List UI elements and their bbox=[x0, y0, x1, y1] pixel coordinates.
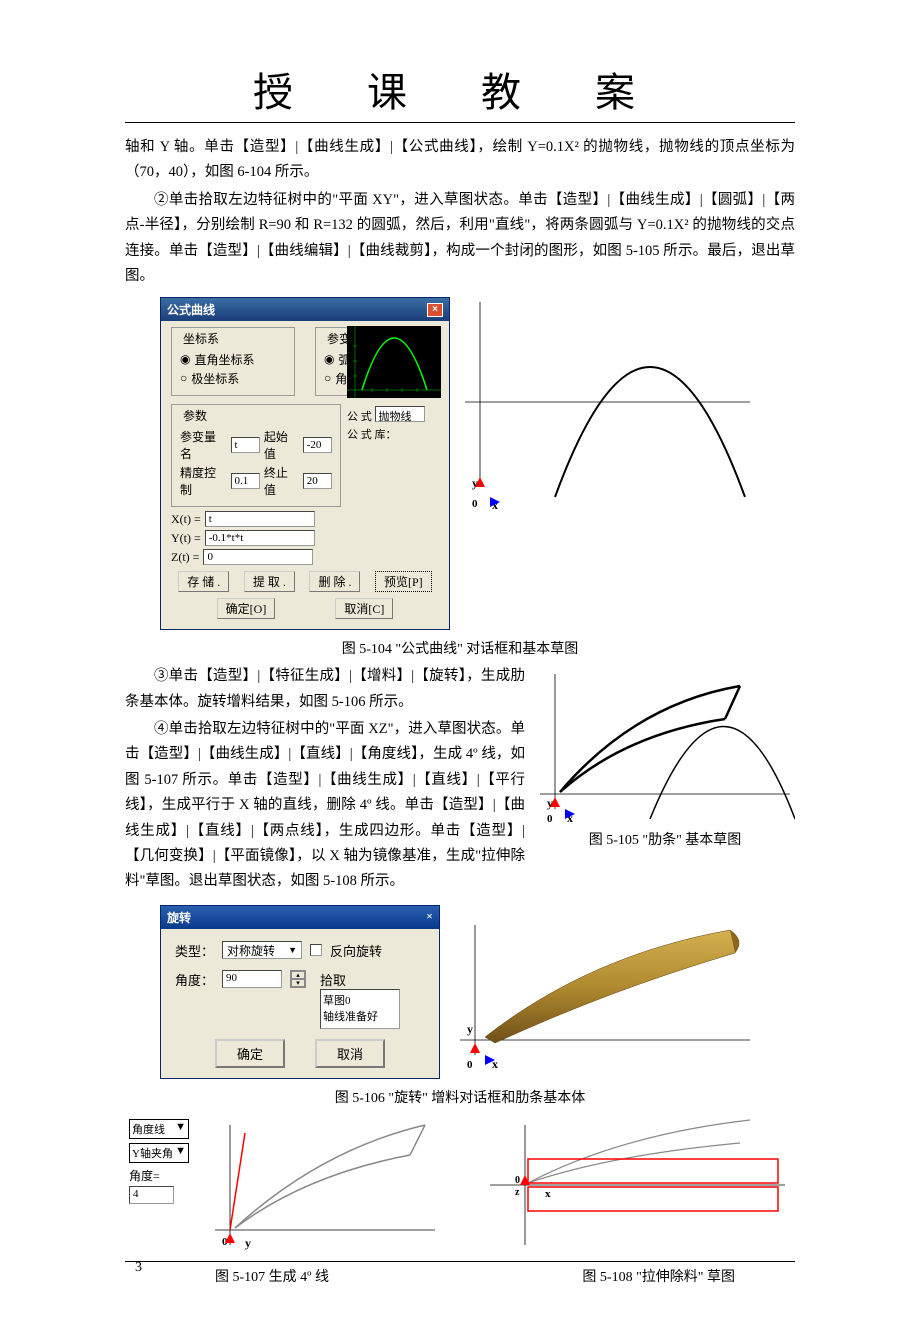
svg-text:z: z bbox=[515, 1187, 520, 1198]
end-label: 终止值 bbox=[264, 464, 299, 498]
list-item[interactable]: 轴线准备好 bbox=[323, 1008, 397, 1024]
var-name-label: 参变量名 bbox=[180, 428, 227, 462]
zt-label: Z(t) = bbox=[171, 550, 199, 565]
angle-spinner[interactable]: ▴▾ bbox=[290, 970, 306, 988]
angle-line-combo[interactable]: 角度线▼ bbox=[129, 1119, 189, 1139]
radio-rad-icon[interactable]: ◉ bbox=[324, 352, 334, 367]
rotate-cancel-button[interactable]: 取消 bbox=[315, 1039, 385, 1068]
svg-text:0: 0 bbox=[515, 1175, 520, 1186]
end-input[interactable]: 20 bbox=[303, 473, 332, 489]
svg-text:y: y bbox=[467, 1022, 473, 1036]
figure-caption-104: 图 5-104 "公式曲线" 对话框和基本草图 bbox=[125, 638, 795, 658]
dialog-titlebar: 公式曲线 × bbox=[161, 298, 449, 321]
paragraph-3: ③单击【造型】|【特征生成】|【增料】|【旋转】，生成肋条基本体。旋转增料结果，… bbox=[125, 664, 525, 715]
start-input[interactable]: -20 bbox=[303, 437, 332, 453]
y-angle-combo[interactable]: Y轴夹角▼ bbox=[129, 1143, 189, 1163]
zt-input[interactable]: 0 bbox=[203, 549, 313, 565]
angle-label: 角度： bbox=[175, 970, 214, 989]
figure-caption-106: 图 5-106 "旋转" 增料对话框和肋条基本体 bbox=[125, 1087, 795, 1107]
prec-label: 精度控制 bbox=[180, 464, 227, 498]
cancel-button[interactable]: 取消[C] bbox=[335, 598, 393, 619]
preview-button[interactable]: 预览[P] bbox=[375, 571, 432, 592]
four-degree-line-sketch: 0 y bbox=[210, 1115, 440, 1255]
figure-row-1: 公式曲线 × 坐标系 ◉直角坐标系 ○极坐标系 参变量单位 ◉弧度 ○角度 bbox=[125, 297, 795, 630]
paragraph-1: 轴和 Y 轴。单击【造型】|【曲线生成】|【公式曲线】，绘制 Y=0.1X² 的… bbox=[125, 135, 795, 186]
pick-listbox[interactable]: 草图0 轴线准备好 bbox=[320, 989, 400, 1029]
start-label: 起始值 bbox=[264, 428, 299, 462]
close-icon[interactable]: × bbox=[427, 303, 443, 317]
prec-input[interactable]: 0.1 bbox=[231, 473, 260, 489]
formula-name-input[interactable]: 抛物线 bbox=[375, 406, 425, 422]
radio-polar-label: 极坐标系 bbox=[191, 370, 239, 387]
figure-row-3: 角度线▼ Y轴夹角▼ 角度= 4 0 y 0 z x bbox=[125, 1115, 795, 1255]
checkbox-icon[interactable] bbox=[310, 944, 322, 956]
figure-row-2: 旋转 × 类型： 对称旋转▼ 反向旋转 角度： 90 ▴▾ 拾取 草图0 轴线准… bbox=[125, 905, 795, 1079]
rotate-dialog: 旋转 × 类型： 对称旋转▼ 反向旋转 角度： 90 ▴▾ 拾取 草图0 轴线准… bbox=[160, 905, 440, 1079]
axis-o-label: 0 bbox=[472, 498, 478, 510]
dialog-title: 公式曲线 bbox=[167, 301, 215, 318]
extrude-cut-sketch: 0 z x bbox=[480, 1115, 790, 1255]
yt-label: Y(t) = bbox=[171, 531, 201, 546]
angle-value-input[interactable]: 4 bbox=[129, 1186, 174, 1204]
chevron-down-icon: ▼ bbox=[175, 1145, 186, 1161]
pick-label: 拾取 bbox=[320, 970, 400, 989]
paragraph-2: ②单击拾取左边特征树中的"平面 XY"，进入草图状态。单击【造型】|【曲线生成】… bbox=[125, 188, 795, 290]
param-group-label: 参数 bbox=[180, 407, 210, 424]
formula-label: 公 式 bbox=[347, 411, 372, 423]
ok-button[interactable]: 确定[O] bbox=[217, 598, 276, 619]
svg-text:x: x bbox=[545, 1188, 551, 1200]
rotate-ok-button[interactable]: 确定 bbox=[215, 1039, 285, 1068]
list-item[interactable]: 草图0 bbox=[323, 992, 397, 1008]
svg-text:y: y bbox=[245, 1236, 251, 1250]
radio-rect-icon[interactable]: ◉ bbox=[180, 352, 190, 367]
angle-eq-label: 角度= bbox=[129, 1167, 206, 1184]
figure-caption-108: 图 5-108 "拉伸除料" 草图 bbox=[582, 1266, 735, 1286]
angle-line-panel: 角度线▼ Y轴夹角▼ 角度= 4 bbox=[125, 1115, 210, 1255]
parabola-preview bbox=[347, 326, 441, 398]
rotate-titlebar: 旋转 × bbox=[161, 906, 439, 929]
rib-sketch: y 0 x bbox=[535, 664, 795, 824]
rib-solid-render: y 0 x bbox=[450, 905, 760, 1075]
xt-label: X(t) = bbox=[171, 512, 201, 527]
xt-input[interactable]: t bbox=[205, 511, 315, 527]
chevron-down-icon: ▼ bbox=[288, 945, 297, 955]
coord-group-label: 坐标系 bbox=[180, 330, 222, 347]
figure-caption-107: 图 5-107 生成 4º 线 bbox=[215, 1266, 329, 1286]
radio-deg-icon[interactable]: ○ bbox=[324, 371, 331, 386]
formula-curve-dialog: 公式曲线 × 坐标系 ◉直角坐标系 ○极坐标系 参变量单位 ◉弧度 ○角度 bbox=[160, 297, 450, 630]
page-number: 3 bbox=[135, 1260, 142, 1276]
save-button[interactable]: 存 储 . bbox=[178, 571, 229, 592]
angle-input[interactable]: 90 bbox=[222, 970, 282, 988]
bottom-captions: 图 5-107 生成 4º 线 图 5-108 "拉伸除料" 草图 bbox=[125, 1261, 795, 1286]
chevron-down-icon: ▼ bbox=[175, 1121, 186, 1137]
var-name-input[interactable]: t bbox=[231, 437, 260, 453]
type-label: 类型： bbox=[175, 941, 214, 960]
paragraph-4: ④单击拾取左边特征树中的"平面 XZ"，进入草图状态。单击【造型】|【曲线生成】… bbox=[125, 717, 525, 895]
reverse-label: 反向旋转 bbox=[330, 941, 382, 960]
get-button[interactable]: 提 取 . bbox=[244, 571, 295, 592]
formula-lib-label: 公 式 库： bbox=[347, 426, 441, 442]
delete-button[interactable]: 删 除 . bbox=[309, 571, 360, 592]
page-title: 授 课 教 案 bbox=[125, 60, 795, 123]
svg-text:0: 0 bbox=[547, 813, 553, 824]
figure-caption-105: 图 5-105 "肋条" 基本草图 bbox=[535, 829, 795, 849]
svg-text:0: 0 bbox=[467, 1059, 473, 1071]
yt-input[interactable]: -0.1*t*t bbox=[205, 530, 315, 546]
rotate-title: 旋转 bbox=[167, 909, 191, 926]
type-combo[interactable]: 对称旋转▼ bbox=[222, 941, 302, 959]
radio-polar-icon[interactable]: ○ bbox=[180, 371, 187, 386]
basic-sketch-parabola: y 0 x bbox=[460, 297, 760, 512]
close-icon[interactable]: × bbox=[426, 909, 433, 926]
radio-rect-label: 直角坐标系 bbox=[194, 351, 254, 368]
